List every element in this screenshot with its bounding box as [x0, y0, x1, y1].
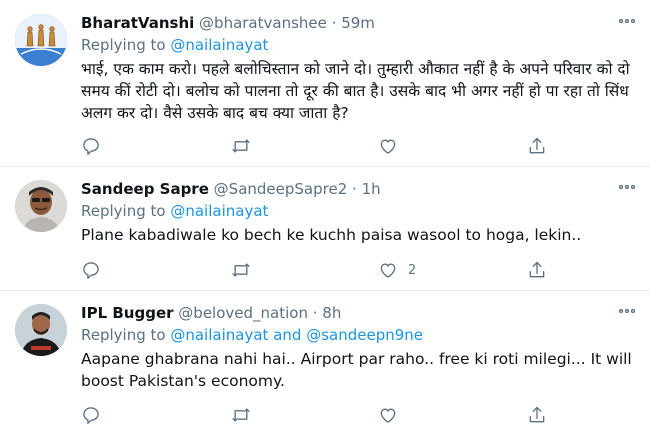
tweet-actions: 2	[81, 259, 638, 281]
retweet-button[interactable]	[230, 135, 252, 157]
separator-dot: ·	[312, 304, 318, 322]
like-button[interactable]	[378, 404, 408, 426]
like-icon	[378, 260, 398, 280]
like-button[interactable]: 2	[378, 259, 416, 281]
tweet-header: Sandeep Sapre @SandeepSapre2 · 1h	[81, 178, 638, 200]
like-button[interactable]	[378, 135, 408, 157]
replying-to: Replying to @nailainayat and @sandeepn9n…	[81, 324, 638, 346]
avatar[interactable]	[15, 304, 67, 356]
replying-label: Replying to	[81, 326, 166, 344]
author-handle[interactable]: @SandeepSapre2	[214, 180, 348, 198]
author-handle[interactable]: @beloved_nation	[178, 304, 308, 322]
tweet-1[interactable]: BharatVanshi @bharatvanshee · 59m Replyi…	[0, 0, 650, 167]
mention-link[interactable]: @sandeepn9ne	[306, 326, 423, 344]
author-name[interactable]: BharatVanshi	[81, 14, 194, 32]
share-icon	[527, 405, 547, 425]
tweet-2[interactable]: Sandeep Sapre @SandeepSapre2 · 1h Replyi…	[0, 167, 650, 291]
separator-dot: ·	[331, 14, 337, 32]
timestamp[interactable]: 59m	[341, 14, 375, 32]
author-name[interactable]: IPL Bugger	[81, 304, 174, 322]
more-icon[interactable]	[616, 14, 638, 28]
reply-button[interactable]	[81, 135, 101, 157]
retweet-button[interactable]	[230, 404, 252, 426]
retweet-button[interactable]	[230, 259, 252, 281]
share-button[interactable]	[527, 259, 547, 281]
separator-dot: ·	[352, 180, 357, 198]
replying-to: Replying to @nailainayat	[81, 34, 638, 56]
author-name[interactable]: Sandeep Sapre	[81, 180, 209, 198]
retweet-icon	[230, 405, 252, 425]
tweet-header: IPL Bugger @beloved_nation · 8h	[81, 302, 638, 324]
tweet-3[interactable]: IPL Bugger @beloved_nation · 8h Replying…	[0, 291, 650, 436]
tweet-header: BharatVanshi @bharatvanshee · 59m	[81, 12, 638, 34]
mention-link[interactable]: @nailainayat	[170, 202, 268, 220]
reply-icon	[81, 405, 101, 425]
like-count: 2	[408, 262, 417, 278]
reply-button[interactable]	[81, 404, 101, 426]
mention-link[interactable]: @nailainayat	[170, 36, 268, 54]
author-handle[interactable]: @bharatvanshee	[199, 14, 327, 32]
and-word: and	[273, 326, 302, 344]
tweet-text: Aapane ghabrana nahi hai.. Airport par r…	[81, 350, 632, 390]
timestamp[interactable]: 8h	[322, 304, 341, 322]
like-icon	[378, 405, 398, 425]
like-icon	[378, 136, 398, 156]
mention-link[interactable]: @nailainayat	[170, 326, 268, 344]
reply-icon	[81, 260, 101, 280]
tweet-text: भाई, एक काम करो। पहले बलोचिस्तान को जाने…	[81, 60, 630, 122]
replying-to: Replying to @nailainayat	[81, 200, 638, 222]
more-icon[interactable]	[616, 180, 638, 194]
share-button[interactable]	[527, 135, 547, 157]
share-icon	[527, 260, 547, 280]
replying-label: Replying to	[81, 202, 166, 220]
more-icon[interactable]	[616, 304, 638, 318]
reply-icon	[81, 136, 101, 156]
share-icon	[527, 136, 547, 156]
retweet-icon	[230, 260, 252, 280]
share-button[interactable]	[527, 404, 547, 426]
replying-label: Replying to	[81, 36, 166, 54]
timestamp[interactable]: 1h	[362, 180, 381, 198]
retweet-icon	[230, 136, 252, 156]
tweet-actions	[81, 135, 638, 157]
reply-button[interactable]	[81, 259, 101, 281]
avatar[interactable]	[15, 180, 67, 232]
tweet-text: Plane kabadiwale ko bech ke kuchh paisa …	[81, 226, 582, 244]
tweet-actions	[81, 404, 638, 426]
avatar[interactable]	[15, 14, 67, 66]
